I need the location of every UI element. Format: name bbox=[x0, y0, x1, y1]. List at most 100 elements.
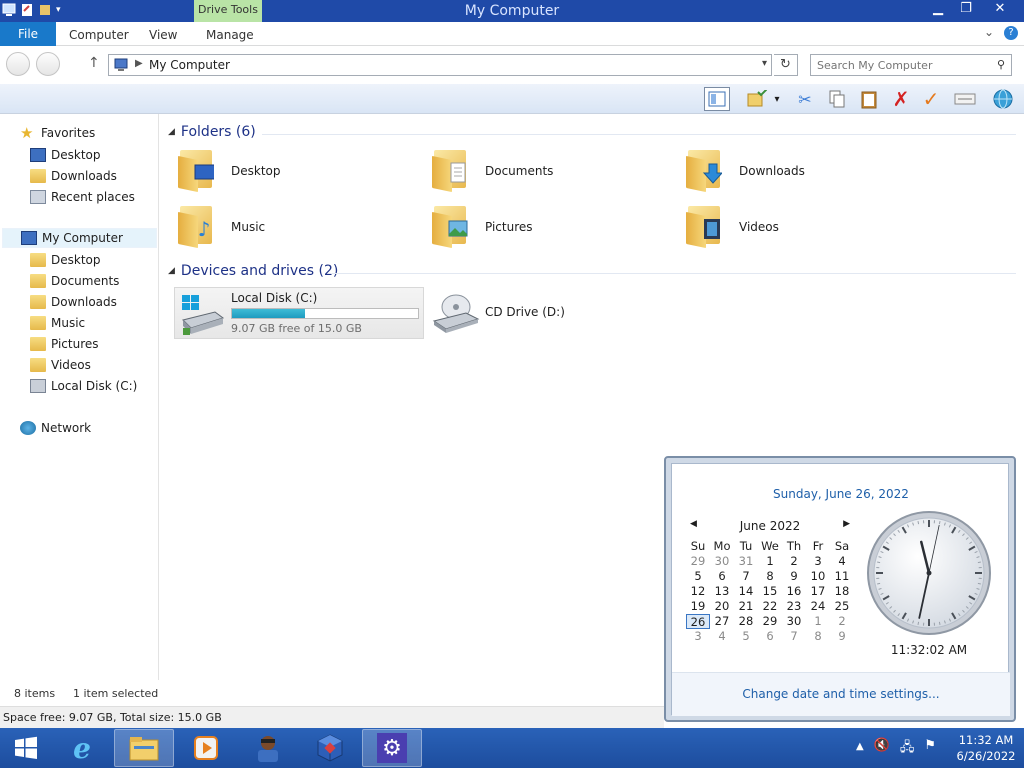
calendar-day[interactable]: 3 bbox=[806, 554, 830, 569]
previous-month-icon[interactable]: ◀ bbox=[690, 519, 697, 533]
back-button[interactable] bbox=[6, 52, 30, 76]
drive-local-disk-c[interactable]: Local Disk (C:) 9.07 GB free of 15.0 GB bbox=[174, 287, 424, 339]
calendar-day[interactable]: 24 bbox=[806, 599, 830, 614]
calendar-day[interactable]: 21 bbox=[734, 599, 758, 614]
volume-muted-icon[interactable]: 🔇 bbox=[874, 738, 890, 760]
calendar-day[interactable]: 17 bbox=[806, 584, 830, 599]
folders-group-header[interactable]: ◢ Folders (6) bbox=[168, 124, 256, 140]
nav-fav-downloads[interactable]: Downloads bbox=[30, 166, 117, 186]
action-center-flag-icon[interactable]: ⚑ bbox=[924, 738, 936, 760]
file-explorer-taskbar-button[interactable] bbox=[114, 729, 174, 767]
expand-ribbon-icon[interactable]: ⌄ bbox=[984, 25, 994, 39]
virtualbox-taskbar-button[interactable] bbox=[300, 729, 360, 767]
calendar-day[interactable]: 4 bbox=[710, 629, 734, 644]
calendar-day[interactable]: 30 bbox=[782, 614, 806, 629]
nav-documents[interactable]: Documents bbox=[30, 271, 119, 291]
nav-local-disk[interactable]: Local Disk (C:) bbox=[30, 376, 137, 396]
rename-check-icon[interactable]: ✓ bbox=[918, 87, 944, 111]
nav-downloads[interactable]: Downloads bbox=[30, 292, 117, 312]
calendar-day[interactable]: 5 bbox=[734, 629, 758, 644]
folder-documents[interactable]: Documents bbox=[432, 146, 682, 198]
folder-desktop[interactable]: Desktop bbox=[178, 146, 428, 198]
folder-pictures[interactable]: Pictures bbox=[432, 202, 682, 254]
calendar-day[interactable]: 19 bbox=[686, 599, 710, 614]
calendar-day[interactable]: 7 bbox=[734, 569, 758, 584]
restore-button[interactable]: ❐ bbox=[952, 0, 980, 20]
search-icon[interactable]: ⚲ bbox=[997, 58, 1005, 71]
address-history-dropdown-icon[interactable]: ▾ bbox=[762, 58, 767, 69]
calendar-day[interactable]: 6 bbox=[758, 629, 782, 644]
preview-pane-button[interactable] bbox=[704, 87, 730, 111]
calendar-day[interactable]: 7 bbox=[782, 629, 806, 644]
calendar-day[interactable]: 8 bbox=[806, 629, 830, 644]
calendar-day[interactable]: 1 bbox=[758, 554, 782, 569]
calendar-day[interactable]: 31 bbox=[734, 554, 758, 569]
nav-favorites[interactable]: ★ Favorites bbox=[20, 123, 95, 143]
taskbar-clock[interactable]: 11:32 AM 6/26/2022 bbox=[950, 732, 1022, 764]
calendar-day[interactable]: 30 bbox=[710, 554, 734, 569]
tab-view[interactable]: View bbox=[149, 22, 177, 46]
calendar-day[interactable]: 9 bbox=[830, 629, 854, 644]
minimize-button[interactable]: ▁ bbox=[924, 0, 952, 20]
media-player-taskbar-button[interactable] bbox=[176, 729, 236, 767]
calendar-day[interactable]: 26 bbox=[686, 614, 710, 629]
calendar-day[interactable]: 15 bbox=[758, 584, 782, 599]
address-path-box[interactable]: ▶ My Computer ▾ bbox=[108, 54, 772, 76]
internet-explorer-taskbar-button[interactable]: e bbox=[52, 729, 112, 767]
search-input[interactable] bbox=[817, 55, 987, 75]
calendar-day[interactable]: 5 bbox=[686, 569, 710, 584]
nav-my-computer[interactable]: My Computer bbox=[2, 228, 157, 248]
nav-pictures[interactable]: Pictures bbox=[30, 334, 99, 354]
calendar-day[interactable]: 2 bbox=[830, 614, 854, 629]
calendar-day[interactable]: 29 bbox=[686, 554, 710, 569]
long-date-link[interactable]: Sunday, June 26, 2022 bbox=[672, 487, 1010, 501]
drives-group-header[interactable]: ◢ Devices and drives (2) bbox=[168, 263, 338, 279]
tab-computer[interactable]: Computer bbox=[69, 22, 129, 46]
calendar-day[interactable]: 9 bbox=[782, 569, 806, 584]
refresh-button[interactable]: ↻ bbox=[774, 54, 798, 76]
calendar-day[interactable]: 13 bbox=[710, 584, 734, 599]
nav-fav-recent-places[interactable]: Recent places bbox=[30, 187, 135, 207]
calendar-day[interactable]: 22 bbox=[758, 599, 782, 614]
collapse-triangle-icon[interactable]: ◢ bbox=[168, 266, 175, 276]
calendar-day[interactable]: 16 bbox=[782, 584, 806, 599]
calendar-day[interactable]: 10 bbox=[806, 569, 830, 584]
calendar-day[interactable]: 8 bbox=[758, 569, 782, 584]
collapse-triangle-icon[interactable]: ◢ bbox=[168, 127, 175, 137]
folder-videos[interactable]: Videos bbox=[686, 202, 936, 254]
nav-fav-desktop[interactable]: Desktop bbox=[30, 145, 101, 165]
delete-icon[interactable]: ✗ bbox=[888, 87, 914, 111]
search-box[interactable]: ⚲ bbox=[810, 54, 1012, 76]
show-hidden-icons-icon[interactable]: ▲ bbox=[856, 738, 864, 760]
calendar-day[interactable]: 2 bbox=[782, 554, 806, 569]
calendar-day[interactable]: 28 bbox=[734, 614, 758, 629]
start-button[interactable] bbox=[0, 728, 52, 768]
calendar-day[interactable]: 4 bbox=[830, 554, 854, 569]
paste-icon[interactable] bbox=[856, 87, 882, 111]
calendar-day[interactable]: 1 bbox=[806, 614, 830, 629]
drive-cd-d[interactable]: CD Drive (D:) bbox=[428, 287, 678, 339]
calendar-day[interactable]: 25 bbox=[830, 599, 854, 614]
nav-videos[interactable]: Videos bbox=[30, 355, 91, 375]
network-globe-icon[interactable] bbox=[990, 87, 1016, 111]
tab-manage[interactable]: Manage bbox=[206, 22, 254, 46]
month-label[interactable]: June 2022 bbox=[740, 519, 801, 533]
calendar-day[interactable]: 18 bbox=[830, 584, 854, 599]
calendar-day[interactable]: 23 bbox=[782, 599, 806, 614]
calendar-day[interactable]: 29 bbox=[758, 614, 782, 629]
network-status-icon[interactable]: 🖧 bbox=[900, 738, 915, 760]
calendar-day[interactable]: 6 bbox=[710, 569, 734, 584]
up-arrow-icon[interactable]: ↑ bbox=[88, 55, 100, 71]
view-options-dropdown-icon[interactable]: ▾ bbox=[770, 87, 784, 111]
close-button[interactable]: ✕ bbox=[980, 0, 1020, 20]
next-month-icon[interactable]: ▶ bbox=[843, 519, 850, 533]
nav-network[interactable]: Network bbox=[20, 418, 91, 438]
calendar-day[interactable]: 11 bbox=[830, 569, 854, 584]
folder-downloads[interactable]: Downloads bbox=[686, 146, 936, 198]
breadcrumb[interactable]: My Computer bbox=[149, 58, 230, 72]
nav-desktop[interactable]: Desktop bbox=[30, 250, 101, 270]
settings-taskbar-button[interactable]: ⚙ bbox=[362, 729, 422, 767]
breadcrumb-separator-icon[interactable]: ▶ bbox=[135, 58, 143, 69]
help-icon[interactable]: ? bbox=[1004, 26, 1018, 40]
nav-music[interactable]: Music bbox=[30, 313, 85, 333]
